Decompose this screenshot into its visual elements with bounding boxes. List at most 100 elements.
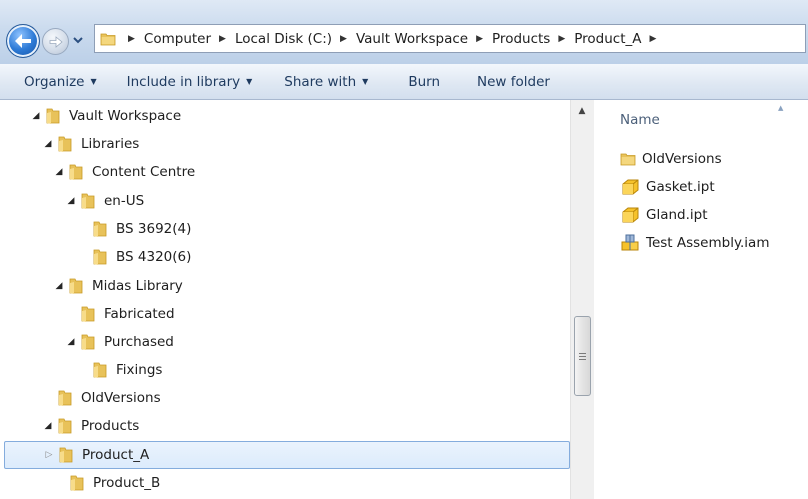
- breadcrumb-separator-icon[interactable]: ▶: [476, 34, 483, 44]
- part-file-icon: [622, 207, 639, 223]
- part-file-icon: [622, 179, 639, 195]
- share-with-button[interactable]: Share with ▼: [284, 74, 368, 90]
- tree-item-product-a[interactable]: ▷ Product_A: [4, 441, 570, 469]
- tree-item-midas-library[interactable]: ◢ Midas Library: [4, 272, 570, 300]
- back-arrow-icon: [15, 34, 31, 48]
- expander-placeholder: [65, 308, 77, 320]
- breadcrumb-label[interactable]: Computer: [144, 31, 211, 47]
- tree-item-libraries[interactable]: ◢ Libraries: [4, 130, 570, 158]
- breadcrumb-item-vault-workspace[interactable]: ▶ Vault Workspace: [332, 31, 468, 47]
- file-name: Gasket.ipt: [646, 179, 715, 195]
- tree-item-label: Libraries: [81, 136, 140, 152]
- folder-icon: [58, 390, 72, 406]
- expander-placeholder: [42, 392, 54, 404]
- file-name: Test Assembly.iam: [646, 235, 770, 251]
- folder-icon: [93, 249, 107, 265]
- organize-menu-button[interactable]: Organize ▼: [24, 74, 97, 90]
- expanded-arrow-icon[interactable]: ◢: [30, 110, 42, 122]
- tree-item-label: Content Centre: [92, 164, 196, 180]
- file-item-oldversions[interactable]: OldVersions: [620, 147, 722, 171]
- folder-icon: [93, 362, 107, 378]
- breadcrumb-item-computer[interactable]: ▶ Computer: [120, 31, 211, 47]
- folder-icon: [59, 447, 73, 463]
- tree-item-label: Fabricated: [104, 306, 175, 322]
- tree-item-label: BS 3692(4): [116, 221, 192, 237]
- new-folder-label: New folder: [477, 73, 550, 90]
- tree-item-label: BS 4320(6): [116, 249, 192, 265]
- breadcrumb-separator-icon[interactable]: ▶: [340, 34, 347, 44]
- folder-icon: [69, 164, 83, 180]
- grip-icon: [579, 353, 586, 360]
- expanded-arrow-icon[interactable]: ◢: [65, 195, 77, 207]
- breadcrumb-label[interactable]: Product_A: [574, 31, 641, 47]
- file-name: Gland.ipt: [646, 207, 708, 223]
- breadcrumb-item-products[interactable]: ▶ Products: [468, 31, 550, 47]
- file-list-pane: ▲ Name OldVersions Gasket.ipt Gland.ipt: [594, 100, 808, 499]
- file-item-gasket[interactable]: Gasket.ipt: [620, 175, 715, 199]
- tree-item-fabricated[interactable]: Fabricated: [4, 300, 570, 328]
- folder-icon: [58, 136, 72, 152]
- tree-item-label: Purchased: [104, 334, 174, 350]
- scrollbar-thumb[interactable]: [574, 316, 591, 396]
- folder-icon: [93, 221, 107, 237]
- address-field[interactable]: ▶ Computer ▶ Local Disk (C:) ▶ Vault Wor…: [94, 24, 806, 53]
- back-button[interactable]: [6, 24, 40, 58]
- expanded-arrow-icon[interactable]: ◢: [53, 280, 65, 292]
- tree-item-fixings[interactable]: Fixings: [4, 356, 570, 384]
- chevron-down-icon: ▼: [362, 77, 369, 86]
- breadcrumb-label[interactable]: Products: [492, 31, 550, 47]
- folder-icon: [58, 418, 72, 434]
- breadcrumb-separator-icon[interactable]: ▶: [650, 34, 657, 44]
- tree-item-bs-3692-4[interactable]: BS 3692(4): [4, 215, 570, 243]
- tree-item-content-centre[interactable]: ◢ Content Centre: [4, 158, 570, 186]
- folder-icon: [81, 193, 95, 209]
- burn-button[interactable]: Burn: [408, 74, 440, 90]
- expanded-arrow-icon[interactable]: ◢: [53, 166, 65, 178]
- file-item-gland[interactable]: Gland.ipt: [620, 203, 708, 227]
- expanded-arrow-icon[interactable]: ◢: [42, 138, 54, 150]
- tree-item-label: OldVersions: [81, 390, 161, 406]
- file-item-test-assembly[interactable]: Test Assembly.iam: [620, 231, 769, 255]
- tree-item-vault-workspace[interactable]: ◢ Vault Workspace: [4, 102, 570, 130]
- scroll-up-arrow-icon[interactable]: ▲: [571, 106, 593, 120]
- breadcrumb-separator-icon[interactable]: ▶: [128, 34, 135, 44]
- tree-item-oldversions[interactable]: OldVersions: [4, 384, 570, 412]
- breadcrumb-separator-icon[interactable]: ▶: [558, 34, 565, 44]
- tree-item-label: Vault Workspace: [69, 108, 182, 124]
- tree-item-bs-4320-6[interactable]: BS 4320(6): [4, 243, 570, 271]
- tree-item-label: Product_B: [93, 475, 161, 491]
- include-in-library-button[interactable]: Include in library ▼: [127, 74, 253, 90]
- collapsed-arrow-icon[interactable]: ▷: [43, 449, 55, 461]
- assembly-file-icon: [621, 234, 639, 251]
- recent-pages-dropdown-icon[interactable]: [73, 36, 83, 44]
- breadcrumb-item-product-a[interactable]: ▶ Product_A ▶: [550, 31, 665, 47]
- new-folder-button[interactable]: New folder: [477, 74, 550, 90]
- organize-label: Organize: [24, 73, 85, 90]
- breadcrumb-label[interactable]: Vault Workspace: [356, 31, 468, 47]
- tree-item-product-b[interactable]: Product_B: [4, 469, 570, 497]
- breadcrumb-item-local-disk[interactable]: ▶ Local Disk (C:): [211, 31, 332, 47]
- folder-icon: [81, 306, 95, 322]
- tree-item-en-us[interactable]: ◢ en-US: [4, 187, 570, 215]
- command-bar: Organize ▼ Include in library ▼ Share wi…: [0, 64, 808, 100]
- forward-button[interactable]: [42, 28, 69, 55]
- include-in-library-label: Include in library: [126, 73, 241, 90]
- tree-item-label: Products: [81, 418, 140, 434]
- expanded-arrow-icon[interactable]: ◢: [65, 336, 77, 348]
- expander-placeholder: [77, 251, 89, 263]
- tree-scrollbar[interactable]: ▲: [570, 100, 594, 499]
- expander-placeholder: [77, 223, 89, 235]
- address-bar-area: ▶ Computer ▶ Local Disk (C:) ▶ Vault Wor…: [0, 0, 808, 64]
- breadcrumb-separator-icon[interactable]: ▶: [219, 34, 226, 44]
- expander-placeholder: [54, 477, 66, 489]
- breadcrumb-label[interactable]: Local Disk (C:): [235, 31, 332, 47]
- name-column-header[interactable]: Name: [620, 112, 660, 128]
- folder-icon: [100, 33, 116, 45]
- expanded-arrow-icon[interactable]: ◢: [42, 420, 54, 432]
- folder-icon: [69, 278, 83, 294]
- tree-item-products[interactable]: ◢ Products: [4, 412, 570, 440]
- chevron-down-icon: ▼: [246, 77, 253, 86]
- tree-item-label: Midas Library: [92, 278, 183, 294]
- tree-item-label: en-US: [104, 193, 145, 209]
- tree-item-purchased[interactable]: ◢ Purchased: [4, 328, 570, 356]
